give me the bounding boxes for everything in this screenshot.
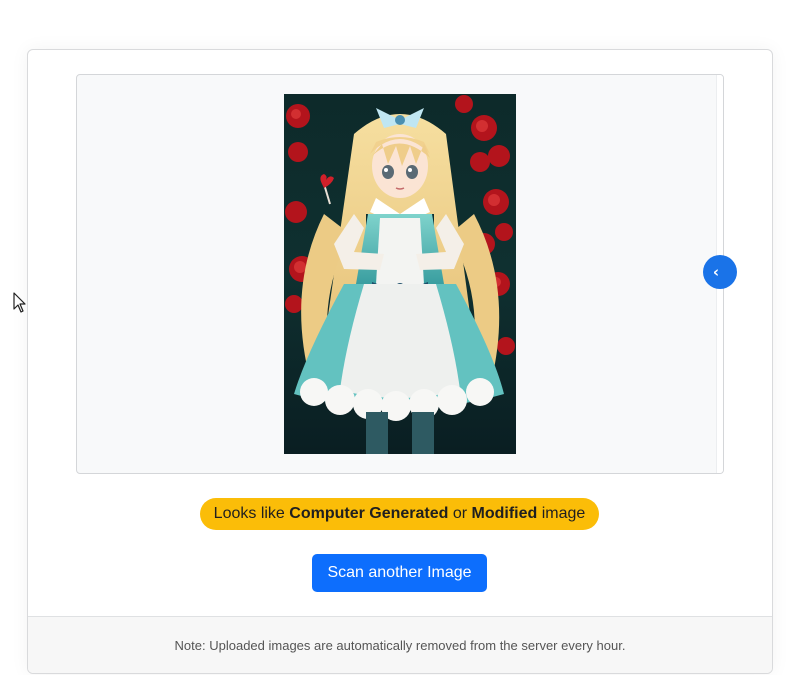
result-card: ‹ Looks like Computer Generated or Modif… — [27, 49, 773, 674]
result-middle: or — [448, 505, 472, 522]
footer-note: Note: Uploaded images are automatically … — [28, 616, 772, 673]
footer-note-text: Note: Uploaded images are automatically … — [174, 638, 626, 653]
chevron-left-icon: ‹ — [712, 263, 720, 281]
result-strong-modified: Modified — [471, 505, 538, 522]
result-suffix: image — [537, 505, 586, 522]
page: ‹ Looks like Computer Generated or Modif… — [0, 0, 799, 675]
result-strong-computer-generated: Computer Generated — [289, 505, 449, 522]
image-preview-panel — [76, 74, 724, 474]
result-prefix: Looks like — [213, 505, 290, 522]
sidebar-toggle-button[interactable]: ‹ — [703, 255, 737, 289]
mouse-cursor-icon — [13, 292, 27, 314]
scan-another-image-button[interactable]: Scan another Image — [312, 554, 487, 592]
result-badge: Looks like Computer Generated or Modifie… — [200, 498, 599, 530]
uploaded-image — [284, 94, 516, 454]
